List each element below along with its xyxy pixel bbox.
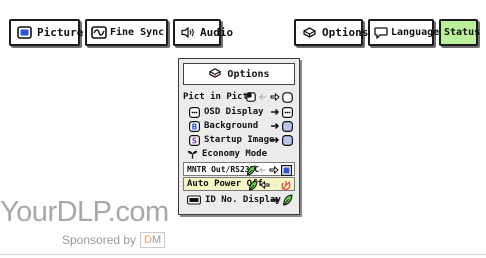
menu-item-label: Pict in Pict xyxy=(183,92,249,102)
menu-item-osd-display[interactable]: OSD Display xyxy=(183,105,295,119)
options-menu-panel: Options Pict in Pict OSD Display B Backg… xyxy=(178,58,300,215)
power-off-icon xyxy=(281,180,291,190)
tab-picture-label: Picture xyxy=(37,26,84,39)
sponsored-by-label: Sponsored by xyxy=(62,233,137,247)
startup-image-icon: S xyxy=(189,134,200,146)
options-menu-header: Options xyxy=(183,63,295,85)
menu-item-label: Economy Mode xyxy=(202,149,268,159)
pip-screen-icon xyxy=(246,92,256,102)
pict-in-pict-adjust xyxy=(246,90,293,104)
osd-display-icon xyxy=(282,106,293,118)
menu-item-economy-mode[interactable]: Economy Mode xyxy=(183,147,295,161)
leaf-icon xyxy=(283,194,293,206)
tab-picture[interactable]: Picture xyxy=(9,19,84,46)
options-icon xyxy=(302,26,317,39)
options-menu-title: Options xyxy=(227,68,270,80)
divider xyxy=(0,254,486,255)
sprout-icon xyxy=(187,149,198,160)
arrow-right-icon xyxy=(271,196,280,204)
watermark-text: YourDLP.com xyxy=(0,196,169,228)
background-icon-letter: B xyxy=(192,122,198,131)
menu-item-auto-power-off[interactable]: Auto Power Off xyxy=(183,177,295,191)
blue-square-icon xyxy=(282,134,293,146)
menu-item-background[interactable]: B Background xyxy=(183,119,295,133)
arrow-right-icon xyxy=(271,136,280,144)
tab-options[interactable]: Options xyxy=(294,19,368,46)
id-display-icon xyxy=(187,195,201,206)
osd-display-icon xyxy=(189,106,200,118)
background-icon: B xyxy=(189,120,200,132)
arrow-right-icon xyxy=(269,165,279,175)
sponsored-by: Sponsored by DM xyxy=(62,232,166,248)
menu-item-label: OSD Display xyxy=(204,107,264,117)
tab-options-label: Options xyxy=(322,26,369,39)
tab-fine-sync[interactable]: Fine Sync xyxy=(85,19,168,46)
startup-image-icon-letter: S xyxy=(192,136,197,145)
arrow-right-icon xyxy=(271,122,280,130)
menu-item-mntr-out-rs232c[interactable]: MNTR Out/RS232C xyxy=(183,162,295,176)
tab-language[interactable]: Language xyxy=(368,19,439,46)
arrow-left-icon xyxy=(259,94,266,100)
menu-item-pict-in-pict[interactable]: Pict in Pict xyxy=(183,90,295,104)
speaker-icon xyxy=(181,26,195,39)
arrow-right-icon xyxy=(270,92,280,102)
menu-item-label: Startup Image xyxy=(204,135,275,145)
leaf-icon xyxy=(246,164,256,176)
tab-fine-sync-label: Fine Sync xyxy=(110,27,165,38)
picture-icon xyxy=(17,26,32,39)
menu-item-label: Background xyxy=(204,121,259,131)
menu-item-startup-image[interactable]: S Startup Image xyxy=(183,133,295,147)
tab-language-label: Language xyxy=(391,27,440,38)
fine-sync-icon xyxy=(91,26,107,39)
tab-status[interactable]: Status xyxy=(439,19,481,46)
menu-item-id-no-display[interactable]: ID No. Display xyxy=(183,193,295,207)
options-icon xyxy=(208,67,222,82)
sponsor-logo: DM xyxy=(140,232,166,248)
arrow-left-icon xyxy=(260,180,270,190)
speech-bubble-icon xyxy=(374,26,388,39)
tab-audio[interactable]: Audio xyxy=(173,19,233,46)
arrow-left-icon xyxy=(258,167,266,173)
tab-audio-label: Audio xyxy=(200,26,234,39)
tab-status-label: Status xyxy=(444,27,481,38)
arrow-right-icon xyxy=(273,184,277,186)
leaf-icon xyxy=(248,179,258,191)
rounded-square-icon xyxy=(282,91,293,103)
arrow-right-icon xyxy=(271,108,280,116)
blue-square-icon xyxy=(282,120,293,132)
monitor-icon xyxy=(281,164,292,176)
